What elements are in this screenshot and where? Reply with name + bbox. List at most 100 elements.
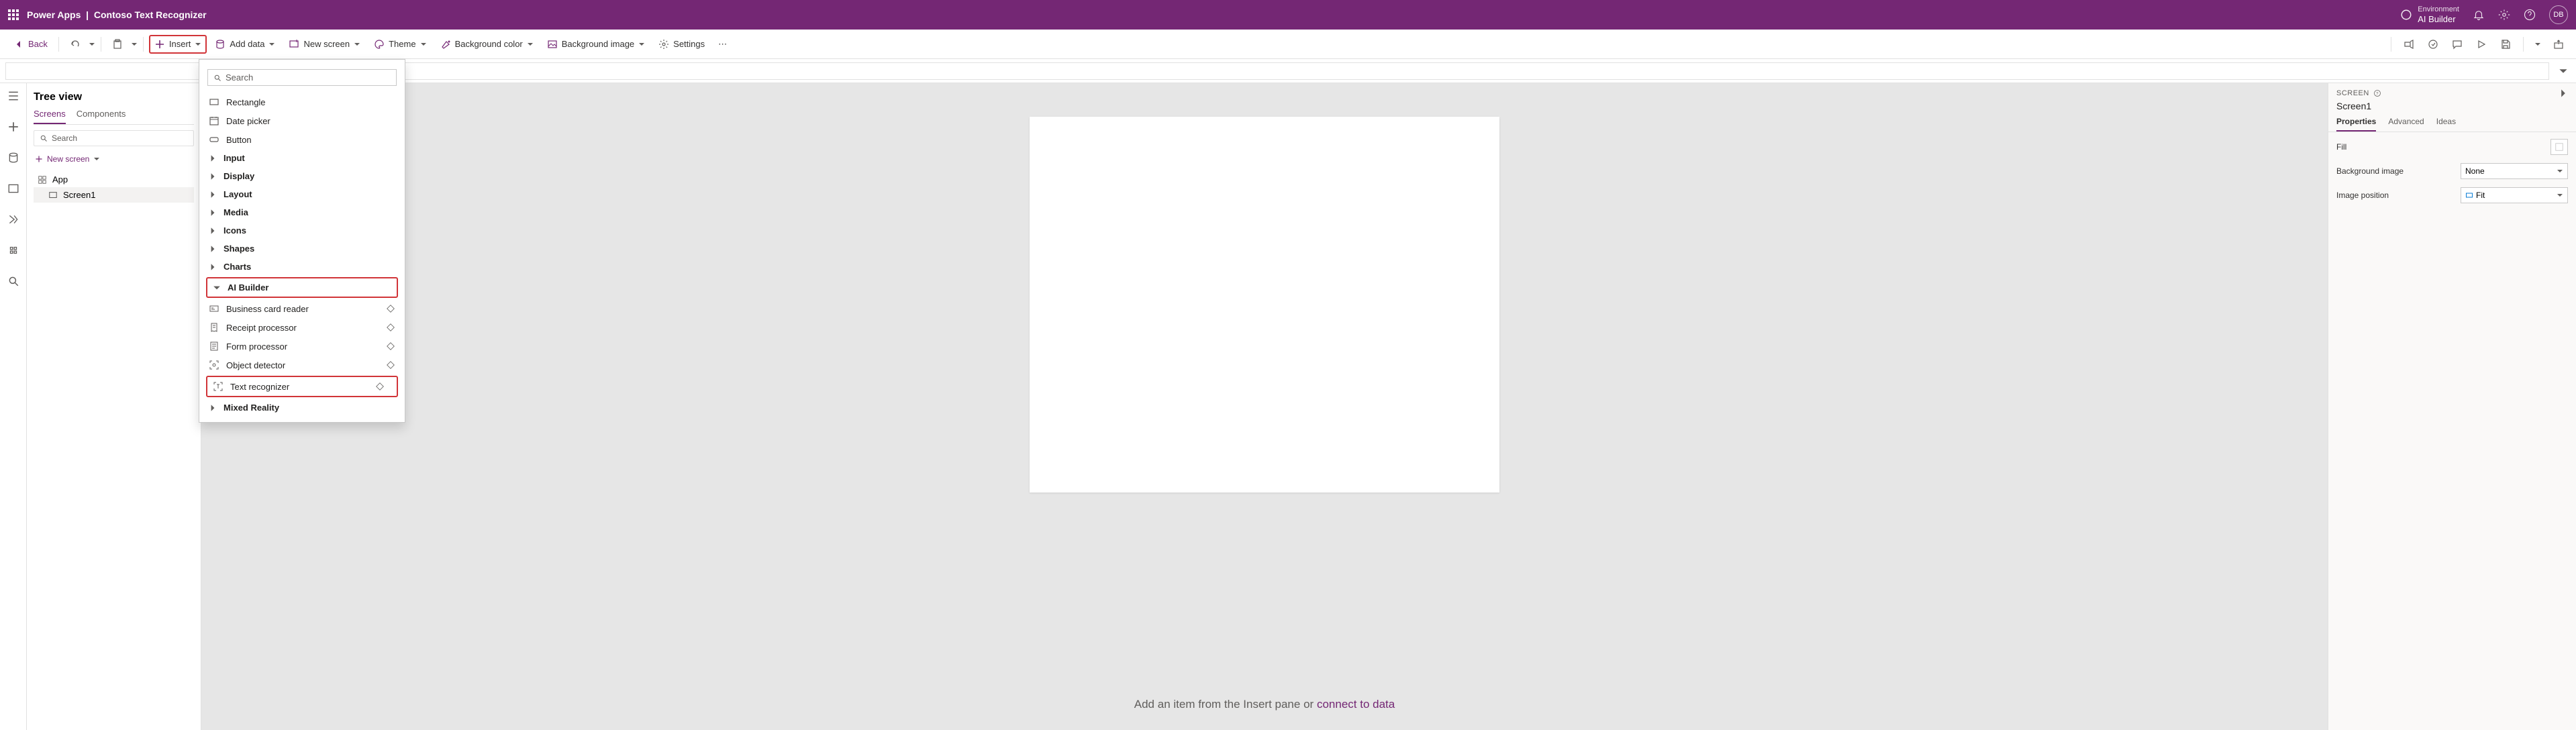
- comments-button[interactable]: [2448, 35, 2467, 54]
- search-icon: [40, 134, 48, 142]
- premium-icon: [386, 360, 395, 370]
- tab-screens[interactable]: Screens: [34, 109, 66, 124]
- back-button[interactable]: Back: [8, 35, 53, 54]
- chevron-right-icon: [209, 154, 217, 162]
- environment-icon: [2400, 9, 2412, 21]
- undo-button[interactable]: [64, 35, 86, 54]
- insert-item-datepicker[interactable]: Date picker: [199, 111, 405, 130]
- detector-icon: [209, 360, 219, 370]
- insert-pane-icon[interactable]: [7, 121, 19, 133]
- rectangle-icon: [209, 97, 219, 107]
- insert-item-business-card-reader[interactable]: Business card reader: [199, 299, 405, 318]
- search-icon[interactable]: [7, 275, 19, 287]
- data-icon[interactable]: [7, 152, 19, 164]
- chevron-right-icon: [209, 263, 217, 271]
- prop-imgpos-dropdown[interactable]: Fit: [2461, 187, 2568, 203]
- add-data-button[interactable]: Add data: [209, 35, 281, 54]
- chevron-down-icon[interactable]: [89, 41, 95, 48]
- product-name: Power Apps | Contoso Text Recognizer: [27, 9, 207, 20]
- insert-category-mixed-reality[interactable]: Mixed Reality: [199, 399, 405, 417]
- media-icon[interactable]: [7, 182, 19, 195]
- tree-view-panel: Tree view Screens Components Search New …: [27, 83, 201, 730]
- chevron-right-icon: [209, 191, 217, 199]
- insert-category-input[interactable]: Input: [199, 149, 405, 167]
- command-bar: Back Insert Add data New screen Theme: [0, 30, 2576, 59]
- premium-icon: [386, 304, 395, 313]
- insert-category-charts[interactable]: Charts: [199, 258, 405, 276]
- more-button[interactable]: ⋯: [713, 35, 732, 54]
- chevron-down-icon[interactable]: [131, 41, 138, 48]
- insert-item-form-processor[interactable]: Form processor: [199, 337, 405, 356]
- paste-button[interactable]: [107, 35, 128, 54]
- button-icon: [209, 134, 219, 145]
- premium-icon: [386, 342, 395, 351]
- insert-dropdown: Search Rectangle Date picker Button Inpu…: [199, 59, 405, 423]
- environment-picker[interactable]: Environment AI Builder: [2400, 5, 2459, 25]
- chevron-down-icon: [195, 41, 201, 48]
- theme-button[interactable]: Theme: [368, 35, 432, 54]
- insert-category-display[interactable]: Display: [199, 167, 405, 185]
- tree-view-icon[interactable]: [7, 90, 19, 102]
- background-color-button[interactable]: Background color: [435, 35, 539, 54]
- prop-imgpos-label: Image position: [2336, 191, 2389, 200]
- chevron-down-icon: [638, 41, 645, 48]
- insert-category-layout[interactable]: Layout: [199, 185, 405, 203]
- insert-search-input[interactable]: Search: [207, 69, 397, 86]
- formula-expand-button[interactable]: [2556, 64, 2571, 79]
- tree-search-input[interactable]: Search: [34, 130, 194, 146]
- insert-item-object-detector[interactable]: Object detector: [199, 356, 405, 374]
- new-screen-button[interactable]: New screen: [283, 35, 366, 54]
- chevron-down-icon: [420, 41, 427, 48]
- app-launcher-icon[interactable]: [8, 9, 19, 20]
- settings-button[interactable]: Settings: [653, 35, 710, 54]
- insert-category-ai-builder[interactable]: AI Builder: [210, 281, 394, 294]
- publish-button[interactable]: [2549, 35, 2568, 54]
- left-rail: [0, 83, 27, 730]
- help-icon[interactable]: ?: [2373, 89, 2381, 97]
- chevron-right-icon[interactable]: [2559, 89, 2568, 98]
- chevron-down-icon: [2557, 168, 2563, 174]
- tab-ideas[interactable]: Ideas: [2436, 117, 2456, 132]
- props-header-label: SCREEN: [2336, 89, 2369, 97]
- canvas[interactable]: Add an item from the Insert pane or conn…: [201, 83, 2328, 730]
- text-recognizer-icon: [213, 381, 224, 392]
- preview-button[interactable]: [2472, 35, 2491, 54]
- insert-button[interactable]: Insert: [149, 35, 207, 54]
- insert-category-icons[interactable]: Icons: [199, 221, 405, 240]
- new-screen-button[interactable]: New screen: [34, 152, 194, 166]
- tab-advanced[interactable]: Advanced: [2388, 117, 2424, 132]
- app-icon: [38, 175, 47, 185]
- tree-item-app[interactable]: App: [34, 172, 194, 187]
- tree-item-screen[interactable]: Screen1: [34, 187, 194, 203]
- save-button[interactable]: [2496, 35, 2515, 54]
- prop-bgimage-dropdown[interactable]: None: [2461, 163, 2568, 179]
- premium-icon: [386, 323, 395, 332]
- avatar[interactable]: DB: [2549, 5, 2568, 24]
- insert-item-rectangle[interactable]: Rectangle: [199, 93, 405, 111]
- share-button[interactable]: [2399, 35, 2418, 54]
- chevron-right-icon: [209, 227, 217, 235]
- connect-to-data-link[interactable]: connect to data: [1317, 698, 1395, 711]
- gear-icon[interactable]: [2498, 9, 2510, 21]
- advanced-tools-icon[interactable]: [7, 244, 19, 256]
- insert-category-media[interactable]: Media: [199, 203, 405, 221]
- prop-fill-picker[interactable]: [2550, 139, 2568, 155]
- tab-properties[interactable]: Properties: [2336, 117, 2376, 132]
- tab-components[interactable]: Components: [77, 109, 126, 124]
- screen-artboard[interactable]: [1030, 117, 1499, 492]
- chevron-right-icon: [209, 172, 217, 180]
- power-automate-icon[interactable]: [7, 213, 19, 225]
- background-image-button[interactable]: Background image: [542, 35, 650, 54]
- insert-item-receipt-processor[interactable]: Receipt processor: [199, 318, 405, 337]
- chevron-down-icon: [527, 41, 534, 48]
- chevron-right-icon: [209, 404, 217, 412]
- search-icon: [213, 74, 221, 82]
- checker-button[interactable]: [2424, 35, 2442, 54]
- insert-item-button[interactable]: Button: [199, 130, 405, 149]
- insert-item-text-recognizer[interactable]: Text recognizer: [210, 380, 394, 393]
- insert-category-shapes[interactable]: Shapes: [199, 240, 405, 258]
- chevron-down-icon[interactable]: [2534, 41, 2541, 48]
- chevron-down-icon: [354, 41, 360, 48]
- help-icon[interactable]: [2524, 9, 2536, 21]
- bell-icon[interactable]: [2473, 9, 2485, 21]
